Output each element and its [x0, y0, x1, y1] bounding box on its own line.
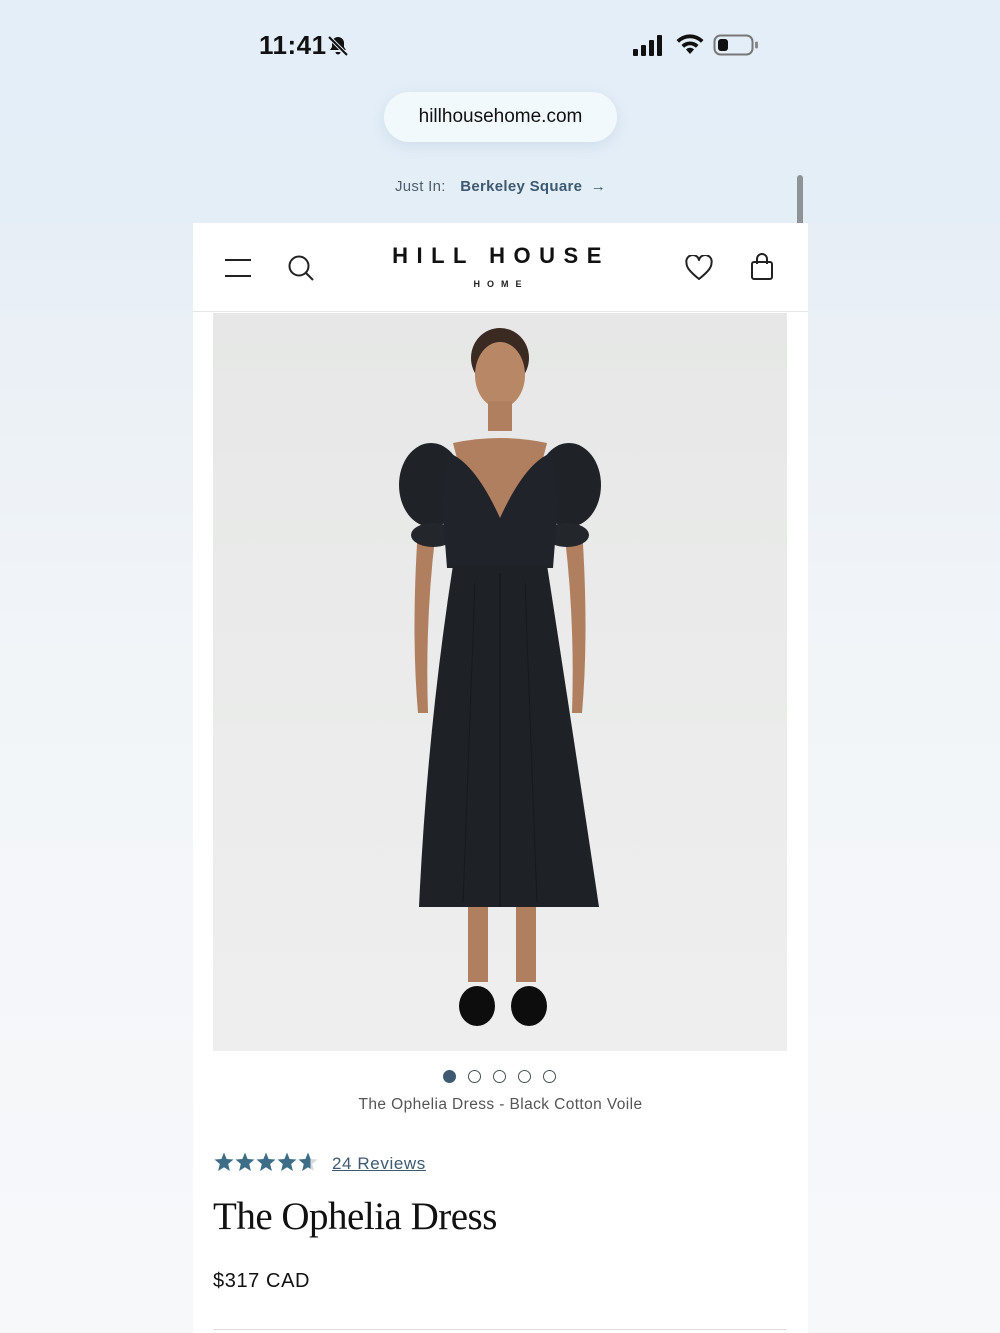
- divider: [213, 1329, 787, 1330]
- menu-icon[interactable]: [224, 257, 252, 279]
- url-text: hillhousehome.com: [418, 106, 583, 127]
- star-icon: [235, 1152, 255, 1171]
- signal-icon: [633, 35, 662, 56]
- star-rating[interactable]: [213, 1151, 323, 1173]
- carousel-dot[interactable]: [518, 1070, 531, 1083]
- shopping-bag-icon[interactable]: [750, 253, 774, 281]
- status-time: 11:41: [259, 30, 327, 60]
- arrow-right-icon: →: [590, 178, 607, 195]
- address-bar[interactable]: hillhousehome.com: [384, 92, 617, 142]
- product-title: The Ophelia Dress: [213, 1195, 497, 1238]
- product-price: $317 CAD: [213, 1270, 311, 1292]
- logo-sub: HOME: [473, 279, 529, 289]
- announcement-label: Just In:: [394, 178, 446, 195]
- announcement-bar[interactable]: Just In: Berkeley Square →: [193, 178, 808, 195]
- bell-off-icon: [327, 35, 349, 57]
- wifi-icon: [676, 34, 704, 54]
- model-dress-illustration: [399, 328, 601, 1026]
- logo-main[interactable]: HILL HOUSE: [386, 243, 616, 269]
- announcement-link[interactable]: Berkeley Square: [460, 178, 582, 195]
- star-icon: [277, 1152, 297, 1171]
- right-background: [808, 223, 1000, 1333]
- star-icon: [214, 1152, 234, 1171]
- heart-icon[interactable]: [685, 255, 713, 281]
- site-header: HILL HOUSE HOME: [193, 223, 808, 312]
- image-caption: The Ophelia Dress - Black Cotton Voile: [358, 1096, 643, 1113]
- product-image[interactable]: [213, 313, 787, 1051]
- battery-icon: [713, 34, 758, 56]
- carousel-dot[interactable]: [543, 1070, 556, 1083]
- carousel-dots: [443, 1070, 559, 1084]
- carousel-dot[interactable]: [493, 1070, 506, 1083]
- reviews-link[interactable]: 24 Reviews: [332, 1154, 426, 1174]
- carousel-dot[interactable]: [443, 1070, 456, 1083]
- search-icon[interactable]: [287, 254, 315, 282]
- carousel-dot[interactable]: [468, 1070, 481, 1083]
- star-icon: [256, 1152, 276, 1171]
- left-background: [0, 223, 193, 1333]
